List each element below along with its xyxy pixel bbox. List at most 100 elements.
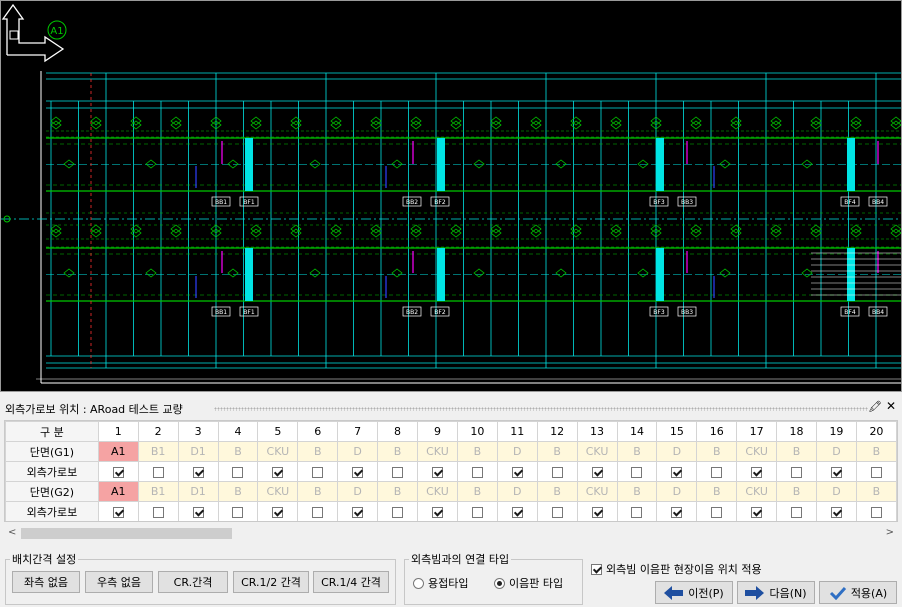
crossbeam-grid[interactable]: 구 분 1 2 3 4 5 6 7 8 9 10 11 12 13 14 15 16 17 18 19 20 단면(G1)… — [4, 420, 898, 522]
crossbeam-checkbox-cell[interactable] — [696, 461, 738, 482]
close-icon[interactable]: ✕ — [886, 399, 896, 413]
section-cell[interactable]: CKU — [576, 481, 618, 502]
prev-button[interactable]: 이전(P) — [655, 581, 733, 604]
column-header[interactable]: 15 — [656, 421, 698, 442]
scroll-right-arrow[interactable]: > — [886, 527, 894, 538]
column-header[interactable]: 14 — [616, 421, 658, 442]
section-cell[interactable]: B — [616, 481, 658, 502]
checkbox[interactable] — [272, 506, 284, 518]
checkbox[interactable] — [352, 506, 364, 518]
checkbox[interactable] — [751, 466, 763, 478]
section-cell[interactable]: B — [456, 481, 498, 502]
column-header[interactable]: 1 — [97, 421, 139, 442]
section-cell[interactable]: D — [337, 481, 379, 502]
checkbox[interactable] — [870, 466, 882, 478]
section-cell[interactable]: B — [696, 441, 738, 462]
checkbox[interactable] — [671, 506, 683, 518]
crossbeam-checkbox-cell[interactable] — [337, 501, 379, 521]
section-cell[interactable]: D1 — [177, 481, 219, 502]
section-cell[interactable]: B — [377, 481, 418, 502]
checkbox[interactable] — [791, 466, 803, 478]
crossbeam-checkbox-cell[interactable] — [776, 501, 817, 521]
crossbeam-checkbox-cell[interactable] — [696, 501, 738, 521]
section-cell[interactable]: B — [217, 441, 259, 462]
section-cell[interactable]: CKU — [417, 441, 458, 462]
checkbox[interactable] — [671, 466, 683, 478]
checkbox[interactable] — [232, 466, 244, 478]
section-cell[interactable]: B — [776, 441, 817, 462]
checkbox[interactable] — [711, 506, 723, 518]
column-header[interactable]: 3 — [177, 421, 219, 442]
right-none-button[interactable]: 우측 없음 — [85, 571, 153, 593]
checkbox[interactable] — [791, 506, 803, 518]
section-cell[interactable]: B — [217, 481, 259, 502]
section-cell[interactable]: CKU — [257, 441, 299, 462]
section-cell[interactable]: CKU — [736, 441, 778, 462]
pin-icon[interactable]: 🖍 — [868, 400, 882, 413]
column-header[interactable]: 19 — [816, 421, 857, 442]
section-cell[interactable]: B — [776, 481, 817, 502]
splice-type-radio[interactable]: 이음판 타입 — [494, 575, 563, 591]
crossbeam-checkbox-cell[interactable] — [417, 461, 458, 482]
checkbox[interactable] — [112, 506, 124, 518]
checkbox[interactable] — [431, 506, 443, 518]
crossbeam-checkbox-cell[interactable] — [816, 461, 857, 482]
cr-quarter-spacing-button[interactable]: CR.1/4 간격 — [313, 571, 389, 593]
section-cell[interactable]: D — [496, 441, 538, 462]
checkbox[interactable] — [511, 466, 523, 478]
checkbox[interactable] — [870, 506, 882, 518]
column-header[interactable]: 17 — [736, 421, 778, 442]
section-cell[interactable]: D1 — [177, 441, 219, 462]
checkbox[interactable] — [631, 466, 643, 478]
crossbeam-checkbox-cell[interactable] — [337, 461, 379, 482]
crossbeam-checkbox-cell[interactable] — [816, 501, 857, 521]
section-cell[interactable]: B1 — [137, 441, 179, 462]
column-header[interactable]: 13 — [576, 421, 618, 442]
crossbeam-checkbox-cell[interactable] — [656, 501, 698, 521]
column-header[interactable]: 6 — [297, 421, 339, 442]
checkbox[interactable] — [272, 466, 284, 478]
checkbox[interactable] — [431, 466, 443, 478]
crossbeam-checkbox-cell[interactable] — [855, 461, 897, 482]
checkbox[interactable] — [591, 506, 603, 518]
checkbox[interactable] — [192, 506, 204, 518]
section-cell[interactable]: D — [656, 441, 698, 462]
column-header[interactable]: 11 — [496, 421, 538, 442]
crossbeam-checkbox-cell[interactable] — [456, 461, 498, 482]
checkbox[interactable] — [551, 506, 563, 518]
crossbeam-checkbox-cell[interactable] — [616, 501, 658, 521]
crossbeam-checkbox-cell[interactable] — [536, 461, 578, 482]
checkbox[interactable] — [152, 466, 164, 478]
scroll-thumb[interactable] — [21, 528, 232, 539]
cr-spacing-button[interactable]: CR.간격 — [158, 571, 228, 593]
crossbeam-checkbox-cell[interactable] — [855, 501, 897, 521]
crossbeam-checkbox-cell[interactable] — [217, 501, 259, 521]
column-header[interactable]: 10 — [456, 421, 498, 442]
column-header[interactable]: 18 — [776, 421, 817, 442]
crossbeam-checkbox-cell[interactable] — [257, 501, 299, 521]
crossbeam-checkbox-cell[interactable] — [616, 461, 658, 482]
scroll-left-arrow[interactable]: < — [8, 527, 16, 538]
crossbeam-checkbox-cell[interactable] — [496, 501, 538, 521]
checkbox[interactable] — [830, 466, 842, 478]
section-cell[interactable]: CKU — [736, 481, 778, 502]
crossbeam-checkbox-cell[interactable] — [536, 501, 578, 521]
column-header[interactable]: 9 — [417, 421, 458, 442]
section-cell[interactable]: CKU — [257, 481, 299, 502]
checkbox[interactable] — [232, 506, 244, 518]
checkbox[interactable] — [551, 466, 563, 478]
section-cell[interactable]: D — [337, 441, 379, 462]
column-header[interactable]: 5 — [257, 421, 299, 442]
column-header[interactable]: 8 — [377, 421, 418, 442]
apply-button[interactable]: 적용(A) — [819, 581, 897, 604]
checkbox[interactable] — [392, 506, 404, 518]
checkbox[interactable] — [591, 466, 603, 478]
crossbeam-checkbox-cell[interactable] — [177, 501, 219, 521]
section-cell[interactable]: D — [656, 481, 698, 502]
section-cell[interactable]: B — [377, 441, 418, 462]
cr-half-spacing-button[interactable]: CR.1/2 간격 — [233, 571, 309, 593]
column-header[interactable]: 2 — [137, 421, 179, 442]
column-header[interactable]: 16 — [696, 421, 738, 442]
section-cell[interactable]: CKU — [417, 481, 458, 502]
section-cell[interactable]: B — [696, 481, 738, 502]
